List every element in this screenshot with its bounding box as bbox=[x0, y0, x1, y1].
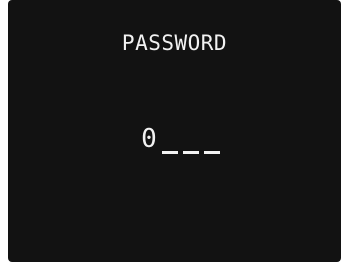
code-digit-4-blank bbox=[204, 151, 220, 154]
code-digit-3[interactable] bbox=[182, 124, 200, 154]
code-digit-1[interactable]: 0 bbox=[140, 124, 158, 154]
code-digit-2[interactable] bbox=[161, 124, 179, 154]
password-screen: PASSWORD 0 bbox=[8, 0, 341, 262]
code-digit-3-blank bbox=[183, 151, 199, 154]
password-code-input[interactable]: 0 bbox=[8, 118, 341, 154]
code-digit-2-blank bbox=[162, 151, 178, 154]
code-digit-4[interactable] bbox=[203, 124, 221, 154]
page-title: PASSWORD bbox=[121, 31, 228, 55]
code-digit-1-value: 0 bbox=[141, 124, 157, 154]
